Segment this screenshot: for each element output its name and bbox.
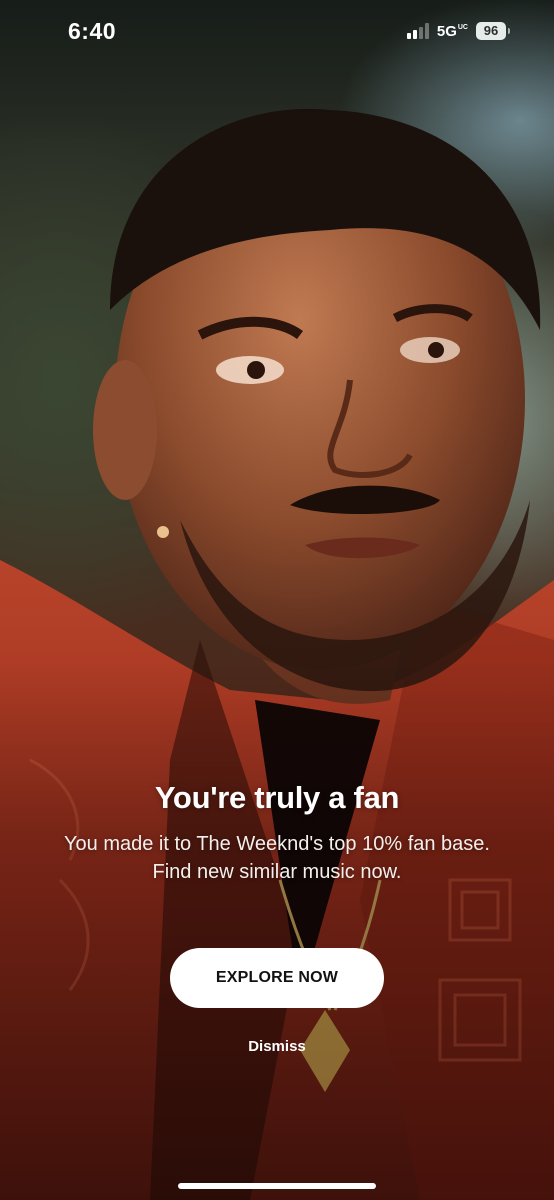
promo-title: You're truly a fan	[154, 780, 400, 815]
network-sub-label: UC	[457, 23, 468, 31]
fan-promo-screen: 6:40 5G UC 96 You're truly a fan You made…	[0, 0, 554, 1200]
status-bar: 6:40 5G UC 96	[0, 0, 554, 66]
promo-message: You're truly a fan You made it to The We…	[0, 780, 554, 886]
explore-now-button[interactable]: EXPLORE NOW	[170, 948, 384, 1008]
status-indicators: 5G UC 96	[406, 22, 510, 40]
promo-body: You made it to The Weeknd's top 10% fan …	[64, 833, 490, 883]
network-label: 5G	[436, 22, 457, 40]
battery-icon: 96	[476, 22, 506, 40]
battery-level: 96	[483, 23, 499, 38]
battery-nub	[508, 28, 510, 34]
dismiss-link[interactable]: Dismiss	[0, 1038, 554, 1055]
status-time: 6:40	[68, 18, 117, 44]
home-indicator[interactable]	[178, 1183, 376, 1189]
background-shade-overlay	[0, 0, 554, 1200]
network-type: 5G UC	[437, 23, 468, 40]
cellular-signal-icon	[406, 23, 429, 39]
